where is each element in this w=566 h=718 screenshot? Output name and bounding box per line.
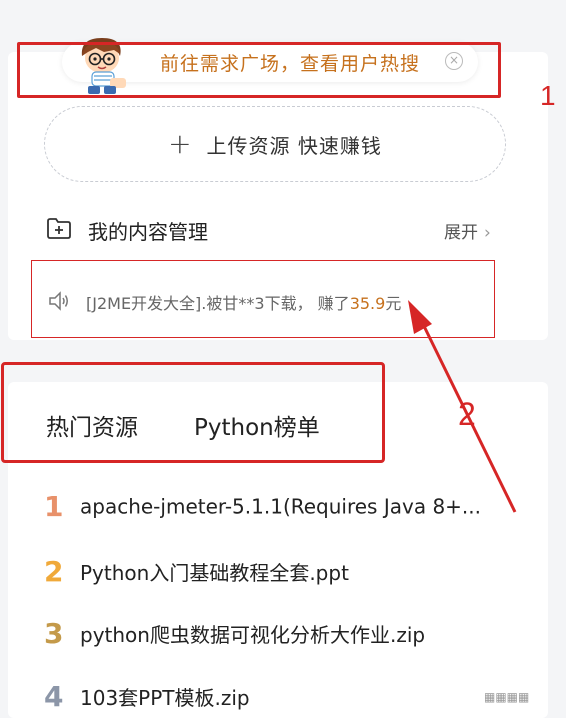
resource-title[interactable]: 103套PPT模板.zip <box>80 686 250 710</box>
rank-number: 3 <box>44 617 64 650</box>
annotation-box-1 <box>17 42 501 98</box>
rank-number: 4 <box>44 680 64 713</box>
download-notice: [J2ME开发大全].被甘**3下载， 赚了35.9元 <box>86 290 401 314</box>
resource-title[interactable]: python爬虫数据可视化分析大作业.zip <box>80 623 425 647</box>
notice-earned-label: 赚了 <box>317 294 350 313</box>
rank-number: 2 <box>44 555 64 588</box>
watermark: ▦▦▦▦ <box>484 690 530 704</box>
rank-number: 1 <box>44 490 64 523</box>
tab-python-ranking[interactable]: Python榜单 <box>194 408 320 442</box>
tab-hot-resources[interactable]: 热门资源 <box>46 408 138 442</box>
hot-list-item[interactable]: 2 Python入门基础教程全套.ppt <box>44 555 349 588</box>
hot-list-item[interactable]: 3 python爬虫数据可视化分析大作业.zip <box>44 617 425 650</box>
hot-list-item[interactable]: 1 apache-jmeter-5.1.1(Requires Java 8+... <box>44 490 481 523</box>
earned-unit: 元 <box>385 294 402 313</box>
annotation-label-1: 1 <box>540 80 556 111</box>
plus-icon: + <box>168 127 193 160</box>
chevron-right-icon: › <box>484 223 491 243</box>
resource-title[interactable]: Python入门基础教程全套.ppt <box>80 561 349 585</box>
upload-resource-button[interactable]: + 上传资源 快速赚钱 <box>44 106 506 182</box>
annotation-label-2: 2 <box>458 396 476 432</box>
notice-prefix: [J2ME开发大全].被甘**3下载， <box>86 294 313 313</box>
expand-button[interactable]: 展开 › <box>444 218 491 243</box>
earned-amount: 35.9 <box>349 294 386 313</box>
content-management-label: 我的内容管理 <box>88 220 208 244</box>
speaker-icon <box>49 291 68 311</box>
resource-title[interactable]: apache-jmeter-5.1.1(Requires Java 8+... <box>80 495 481 519</box>
hot-list-item[interactable]: 4 103套PPT模板.zip <box>44 680 250 713</box>
expand-label: 展开 <box>444 223 478 243</box>
upload-label: 上传资源 快速赚钱 <box>206 133 382 158</box>
folder-plus-icon <box>47 218 71 239</box>
